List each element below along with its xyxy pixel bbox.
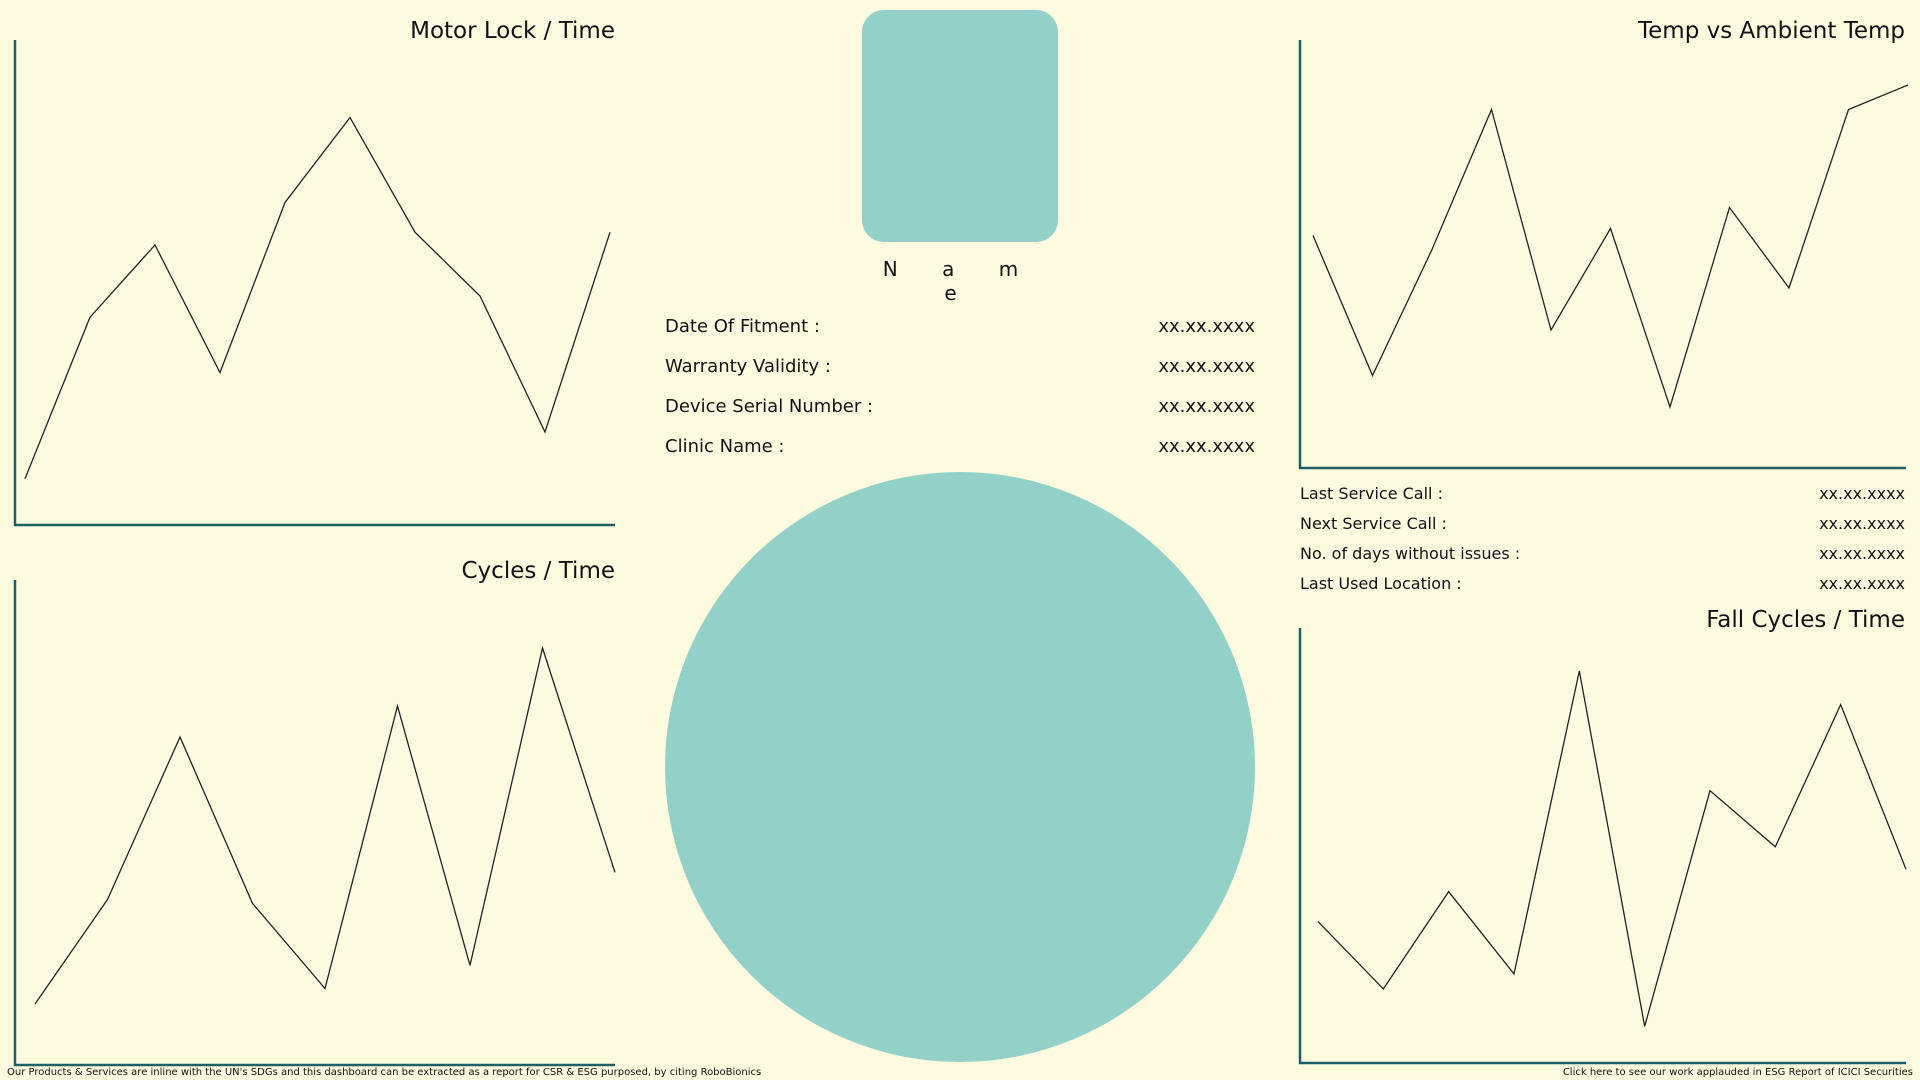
info-label-clinic-name: Clinic Name : xyxy=(665,436,785,457)
info-label-date-of-fitment: Date Of Fitment : xyxy=(665,316,820,337)
esg-report-link[interactable]: Click here to see our work applauded in … xyxy=(1563,1067,1913,1078)
profile-name: N a m e xyxy=(882,257,1038,305)
avatar xyxy=(862,10,1058,242)
series-line xyxy=(1317,670,1907,1027)
info-label-last-service-call: Last Service Call : xyxy=(1300,484,1443,503)
info-value-last-used-location: xx.xx.xxxx xyxy=(1819,574,1905,593)
fall-cycles-chart xyxy=(1298,628,1907,1065)
info-label-days-without-issues: No. of days without issues : xyxy=(1300,544,1521,563)
chart-axis xyxy=(13,580,615,1067)
cycles-chart xyxy=(13,580,616,1067)
motor-lock-chart xyxy=(13,40,615,527)
series-line xyxy=(34,645,616,1005)
info-value-last-service-call: xx.xx.xxxx xyxy=(1819,484,1905,503)
info-label-last-used-location: Last Used Location : xyxy=(1300,574,1462,593)
info-label-warranty-validity: Warranty Validity : xyxy=(665,356,831,377)
series-line xyxy=(1312,84,1909,410)
chart-axis xyxy=(1298,40,1906,470)
info-value-next-service-call: xx.xx.xxxx xyxy=(1819,514,1905,533)
info-value-date-of-fitment: xx.xx.xxxx xyxy=(1158,316,1255,337)
series-line xyxy=(24,116,611,479)
chart-axis xyxy=(1298,628,1906,1065)
info-value-days-without-issues: xx.xx.xxxx xyxy=(1819,544,1905,563)
info-value-device-serial-number: xx.xx.xxxx xyxy=(1158,396,1255,417)
footer-disclaimer: Our Products & Services are inline with … xyxy=(7,1067,762,1078)
info-label-next-service-call: Next Service Call : xyxy=(1300,514,1447,533)
temp-ambient-chart xyxy=(1298,40,1909,470)
status-circle xyxy=(665,472,1255,1062)
info-value-warranty-validity: xx.xx.xxxx xyxy=(1158,356,1255,377)
info-value-clinic-name: xx.xx.xxxx xyxy=(1158,436,1255,457)
info-label-device-serial-number: Device Serial Number : xyxy=(665,396,874,417)
chart-axis xyxy=(13,40,615,527)
